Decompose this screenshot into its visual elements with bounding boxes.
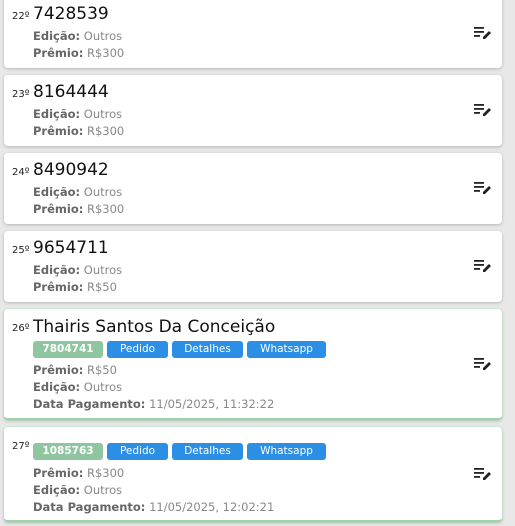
- edition-line: Edição: Outros: [33, 483, 123, 497]
- position-label: 23º: [12, 89, 30, 100]
- whatsapp-button[interactable]: Whatsapp: [247, 443, 326, 460]
- detalhes-button[interactable]: Detalhes: [172, 443, 243, 460]
- edit-note-icon[interactable]: [474, 181, 492, 195]
- edit-note-icon[interactable]: [474, 357, 492, 371]
- whatsapp-button[interactable]: Whatsapp: [247, 341, 326, 358]
- edition-line: Edição: Outros: [33, 263, 123, 277]
- prize-line: Prêmio: R$300: [33, 202, 125, 216]
- list-item: 27º 1085763 Pedido Detalhes Whatsapp Prê…: [4, 427, 502, 522]
- prize-line: Prêmio: R$300: [33, 46, 125, 60]
- results-list: 22º 7428539 Edição: Outros Prêmio: R$300…: [0, 0, 515, 526]
- list-item: 25º 9654711 Edição: Outros Prêmio: R$50: [4, 231, 502, 302]
- position-label: 25º: [12, 245, 30, 256]
- edit-note-icon[interactable]: [474, 103, 492, 117]
- edition-line: Edição: Outros: [33, 380, 123, 394]
- prize-line: Prêmio: R$300: [33, 124, 125, 138]
- pedido-button[interactable]: Pedido: [107, 443, 168, 460]
- edition-line: Edição: Outros: [33, 29, 123, 43]
- ticket-number: 9654711: [33, 238, 109, 258]
- payment-date-line: Data Pagamento: 11/05/2025, 12:02:21: [33, 500, 275, 514]
- list-item: 26º Thairis Santos Da Conceição 7804741 …: [4, 309, 502, 420]
- list-item: 22º 7428539 Edição: Outros Prêmio: R$300: [4, 0, 502, 68]
- winner-name: Thairis Santos Da Conceição: [33, 317, 276, 337]
- ticket-number: 8490942: [33, 160, 109, 180]
- ticket-actions: 1085763 Pedido Detalhes Whatsapp: [33, 443, 326, 460]
- edit-note-icon[interactable]: [474, 26, 492, 40]
- pedido-button[interactable]: Pedido: [107, 341, 168, 358]
- edit-note-icon[interactable]: [474, 259, 492, 273]
- position-label: 22º: [12, 11, 30, 22]
- payment-date-line: Data Pagamento: 11/05/2025, 11:32:22: [33, 397, 275, 411]
- edition-line: Edição: Outros: [33, 107, 123, 121]
- detalhes-button[interactable]: Detalhes: [172, 341, 243, 358]
- list-item: 24º 8490942 Edição: Outros Prêmio: R$300: [4, 153, 502, 224]
- prize-line: Prêmio: R$300: [33, 466, 125, 480]
- prize-line: Prêmio: R$50: [33, 363, 117, 377]
- ticket-actions: 7804741 Pedido Detalhes Whatsapp: [33, 341, 326, 358]
- ticket-code-badge: 1085763: [33, 443, 103, 460]
- ticket-number: 8164444: [33, 82, 109, 102]
- list-item: 23º 8164444 Edição: Outros Prêmio: R$300: [4, 75, 502, 146]
- edition-line: Edição: Outros: [33, 185, 123, 199]
- edit-note-icon[interactable]: [474, 467, 492, 481]
- ticket-number: 7428539: [33, 4, 109, 24]
- position-label: 26º: [12, 323, 30, 334]
- prize-line: Prêmio: R$50: [33, 280, 117, 294]
- ticket-code-badge: 7804741: [33, 341, 103, 358]
- position-label: 24º: [12, 167, 30, 178]
- position-label: 27º: [12, 441, 30, 452]
